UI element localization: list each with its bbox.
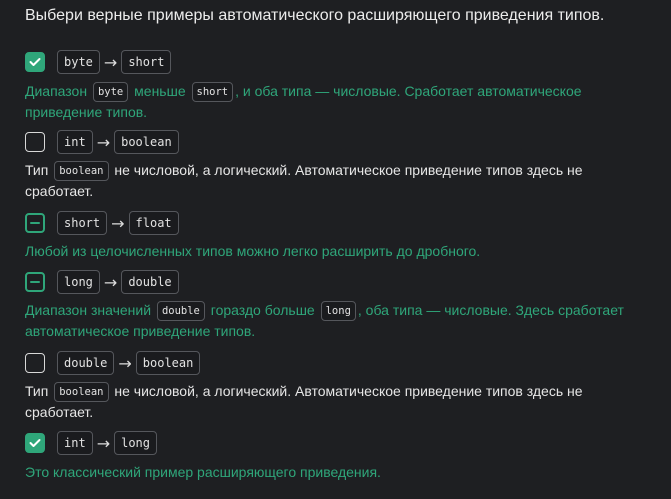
type-to: float [128, 211, 179, 235]
option-feedback: Любой из целочисленных типов можно легко… [25, 241, 645, 262]
option-feedback: Тип boolean не числовой, а логический. А… [25, 381, 645, 423]
feedback-text: не числовой, а логический. Автоматическо… [25, 383, 583, 420]
option-double-boolean[interactable]: double → boolean [25, 351, 201, 375]
option-checkbox[interactable] [25, 272, 45, 292]
option-checkbox[interactable] [25, 132, 45, 152]
option-feedback: Тип boolean не числовой, а логический. А… [25, 160, 645, 202]
feedback-text: не числовой, а логический. Автоматическо… [25, 162, 583, 199]
type-from: double [57, 351, 115, 375]
inline-code: long [320, 301, 356, 321]
type-from: int [57, 431, 93, 455]
option-feedback: Диапазон byte меньше short, и оба типа —… [25, 81, 645, 123]
feedback-text: Диапазон значений [25, 302, 152, 318]
option-int-boolean[interactable]: int → boolean [25, 130, 179, 154]
type-to: boolean [114, 130, 179, 154]
feedback-text: Диапазон [25, 83, 88, 99]
feedback-text: Это классический пример расширяющего при… [25, 464, 381, 480]
type-from: short [57, 211, 108, 235]
type-from: int [57, 130, 93, 154]
arrow-icon: → [111, 213, 125, 233]
question-title: Выбери верные примеры автоматического ра… [25, 7, 605, 24]
arrow-icon: → [103, 272, 118, 292]
minus-icon [30, 281, 40, 283]
option-feedback: Диапазон значений double гораздо больше … [25, 300, 645, 342]
option-int-long[interactable]: int → long [25, 431, 157, 455]
feedback-text: Тип [25, 383, 49, 399]
type-to: boolean [135, 351, 201, 375]
type-from: byte [57, 50, 100, 74]
checkmark-icon [29, 58, 41, 66]
option-feedback: Это классический пример расширяющего при… [25, 462, 645, 483]
option-checkbox[interactable] [25, 433, 45, 453]
inline-code: boolean [54, 382, 109, 402]
arrow-icon: → [118, 353, 132, 373]
feedback-text: Тип [25, 162, 49, 178]
option-checkbox[interactable] [25, 52, 45, 72]
type-to: short [121, 50, 172, 74]
arrow-icon: → [96, 433, 111, 453]
type-to: long [114, 431, 157, 455]
checkmark-icon [29, 439, 41, 447]
option-short-float[interactable]: short → float [25, 211, 179, 235]
option-checkbox[interactable] [25, 213, 45, 233]
type-to: double [121, 270, 179, 294]
arrow-icon: → [96, 132, 111, 152]
type-from: long [57, 270, 100, 294]
minus-icon [30, 222, 40, 224]
inline-code: byte [92, 82, 129, 102]
inline-code: double [156, 301, 205, 321]
feedback-text: меньше [134, 83, 186, 99]
option-byte-short[interactable]: byte → short [25, 50, 172, 74]
feedback-text: гораздо больше [210, 302, 315, 318]
option-long-double[interactable]: long → double [25, 270, 179, 294]
feedback-text: Любой из целочисленных типов можно легко… [25, 243, 481, 259]
option-checkbox[interactable] [25, 353, 45, 373]
inline-code: short [191, 82, 234, 102]
inline-code: boolean [54, 161, 109, 181]
arrow-icon: → [103, 52, 118, 72]
